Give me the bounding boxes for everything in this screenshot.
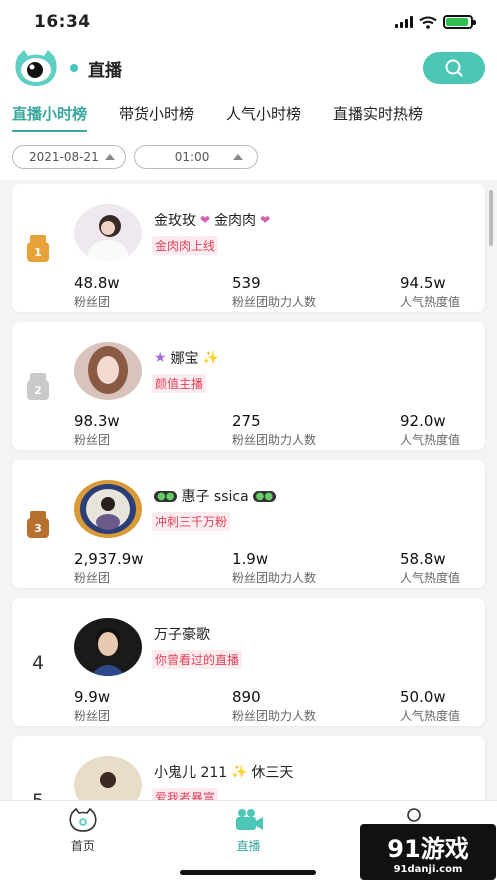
hour-value: 01:00 [174, 150, 210, 164]
heat-stat: 50.0w 人气热度值 [400, 688, 461, 723]
status-icons [395, 15, 476, 29]
boost-stat: 890 粉丝团助力人数 [232, 688, 317, 723]
list-item[interactable]: 3 ●● 惠子 ssica ●● 冲刺三千万粉 2,937.9w 粉丝团 1.9w… [12, 460, 485, 588]
nav-home-label: 首页 [70, 839, 95, 853]
unicorn-icon: ★ [154, 350, 167, 366]
heat-stat: 58.8w 人气热度值 [400, 550, 461, 585]
status-bar: 16:34 [0, 0, 497, 44]
avatar[interactable] [74, 756, 142, 800]
name-part-a: 金玫玫 [154, 213, 196, 229]
streamer-tag: 颜值主播 [152, 374, 207, 393]
search-icon [445, 59, 463, 77]
heat-stat: 94.5w 人气热度值 [400, 274, 461, 309]
boost-stat: 539 粉丝团助力人数 [232, 274, 317, 309]
date-value: 2021-08-21 [29, 150, 99, 164]
signal-icon [395, 16, 413, 28]
streamer-name: 金玫玫 ❤ 金肉肉 ❤ [154, 210, 270, 230]
fans-stat: 9.9w 粉丝团 [74, 688, 111, 723]
live-dot [70, 64, 78, 72]
name-part-b: 金肉肉 [214, 213, 257, 229]
traffic-light-icon: ●● [154, 490, 178, 502]
rank-badge: 2 [22, 372, 54, 402]
heart-icon: ❤ [200, 213, 211, 227]
name-text: 娜宝 [170, 351, 199, 367]
rank-number: 5 [32, 790, 44, 800]
name-part-b: 休三天 [251, 765, 294, 781]
bronze-medal-icon: 3 [27, 511, 49, 539]
date-select[interactable]: 2021-08-21 [12, 145, 126, 169]
status-time: 16:34 [34, 12, 91, 32]
list-item[interactable]: 2 ★ 娜宝 ✨ 颜值主播 98.3w 粉丝团 275 粉丝团助力人数 92.0w 人… [12, 322, 485, 450]
avatar[interactable] [74, 480, 142, 538]
rank-badge: 5 [22, 786, 54, 800]
caret-up-icon [233, 154, 244, 160]
streamer-name: ●● 惠子 ssica ●● [154, 486, 277, 506]
streamer-tag: 金肉肉上线 [152, 236, 219, 255]
fans-stat: 98.3w 粉丝团 [74, 412, 120, 447]
streamer-name: 小鬼儿 211 ✨ 休三天 [154, 762, 293, 782]
search-button[interactable] [423, 52, 485, 84]
streamer-tag: 爱我者暴富 [152, 788, 219, 800]
heart-icon: ❤ [260, 213, 271, 227]
rank-badge: 1 [22, 234, 54, 264]
tab-live-realtime[interactable]: 直播实时热榜 [333, 103, 423, 124]
scrollbar[interactable] [489, 190, 493, 246]
nav-home[interactable]: 首页 [0, 807, 166, 883]
boost-stat: 275 粉丝团助力人数 [232, 412, 317, 447]
streamer-name: 万子豪歌 [154, 624, 210, 644]
home-cat-icon [69, 807, 97, 832]
home-indicator [180, 870, 316, 875]
avatar[interactable] [74, 342, 142, 400]
name-text: 惠子 ssica [181, 489, 249, 505]
fans-stat: 2,937.9w 粉丝团 [74, 550, 144, 585]
traffic-light-icon: ●● [252, 490, 277, 502]
sparkle-icon: ✨ [202, 350, 219, 366]
profile-icon [402, 808, 426, 833]
streamer-tag: 你曾看过的直播 [152, 650, 243, 669]
nav-profile[interactable] [331, 807, 497, 883]
boost-stat: 1.9w 粉丝团助力人数 [232, 550, 317, 585]
silver-medal-icon: 2 [27, 373, 49, 401]
rank-badge: 4 [22, 648, 54, 678]
gold-medal-icon: 1 [27, 235, 49, 263]
streamer-tag: 冲刺三千万粉 [152, 512, 231, 531]
rank-number: 4 [31, 652, 45, 674]
video-camera-icon [235, 809, 263, 830]
tab-live-hourly[interactable]: 直播小时榜 [12, 103, 88, 132]
rank-badge: 3 [22, 510, 54, 540]
caret-up-icon [104, 154, 115, 160]
avatar[interactable] [74, 618, 142, 676]
list-item[interactable]: 4 万子豪歌 你曾看过的直播 9.9w 粉丝团 890 粉丝团助力人数 50.0w 人… [12, 598, 485, 726]
streamer-name: ★ 娜宝 ✨ [154, 348, 219, 368]
heat-stat: 92.0w 人气热度值 [400, 412, 461, 447]
fans-stat: 48.8w 粉丝团 [74, 274, 120, 309]
sparkle-icon: ✨ [231, 764, 248, 780]
ranking-tabs: 直播小时榜 带货小时榜 人气小时榜 直播实时热榜 [0, 92, 497, 134]
ranking-list: 1 金玫玫 ❤ 金肉肉 ❤ 金肉肉上线 48.8w 粉丝团 539 粉丝团助力人数 … [0, 180, 497, 800]
avatar[interactable] [74, 204, 142, 262]
page-title: 直播 [88, 60, 122, 81]
name-text: 万子豪歌 [154, 627, 210, 643]
app-logo [12, 48, 60, 88]
list-item[interactable]: 5 小鬼儿 211 ✨ 休三天 爱我者暴富 [12, 736, 485, 800]
list-item[interactable]: 1 金玫玫 ❤ 金肉肉 ❤ 金肉肉上线 48.8w 粉丝团 539 粉丝团助力人数 … [12, 184, 485, 312]
app-header: 直播 [0, 44, 497, 92]
tab-popularity-hourly[interactable]: 人气小时榜 [226, 103, 301, 124]
wifi-icon [419, 16, 437, 29]
hour-select[interactable]: 01:00 [133, 145, 259, 169]
name-part-a: 小鬼儿 211 [154, 765, 228, 781]
nav-live-label: 直播 [236, 839, 261, 853]
battery-icon [443, 15, 476, 29]
filter-bar: 2021-08-21 01:00 [0, 134, 497, 180]
tab-sales-hourly[interactable]: 带货小时榜 [119, 103, 194, 124]
